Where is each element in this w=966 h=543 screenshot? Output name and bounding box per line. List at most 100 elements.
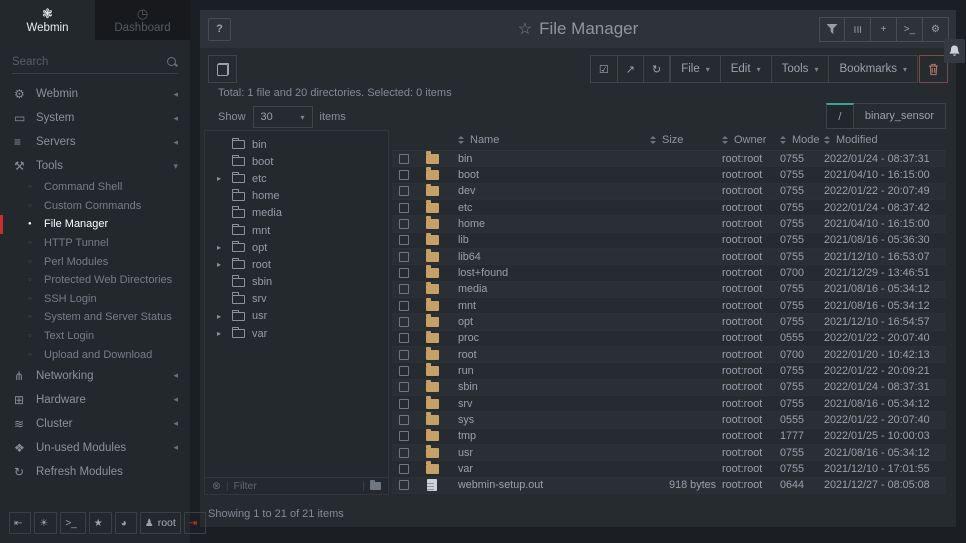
tree-filter-input[interactable] <box>234 480 358 492</box>
table-row[interactable]: lib root:root 0755 2021/08/16 - 05:36:30 <box>392 233 946 249</box>
row-checkbox[interactable] <box>399 382 409 392</box>
column-header-owner[interactable]: Owner <box>722 134 780 146</box>
table-row[interactable]: boot root:root 0755 2021/04/10 - 16:15:0… <box>392 167 946 183</box>
sidebar-item[interactable]: ○ Protected Web Directories <box>0 271 190 290</box>
table-row[interactable]: sys root:root 0555 2022/01/22 - 20:07:40 <box>392 412 946 428</box>
bottom-bar-button[interactable]: ⇥ <box>184 512 206 534</box>
sidebar-item[interactable]: ≋ Cluster ◂ <box>0 412 190 436</box>
sidebar-item[interactable]: ⊞ Hardware ◂ <box>0 388 190 412</box>
file-name[interactable]: webmin-setup.out <box>448 479 650 491</box>
table-row[interactable]: usr root:root 0755 2021/08/16 - 05:34:12 <box>392 445 946 461</box>
table-row[interactable]: lib64 root:root 0755 2021/12/10 - 16:53:… <box>392 249 946 265</box>
sidebar-item[interactable]: ▭ System ◂ <box>0 106 190 130</box>
file-name[interactable]: bin <box>448 153 650 165</box>
copy-path-button[interactable] <box>208 55 237 83</box>
breadcrumb-segment[interactable]: binary_sensor <box>854 103 946 129</box>
sidebar-item[interactable]: ❖ Un-used Modules ◂ <box>0 436 190 460</box>
table-row[interactable]: sbin root:root 0755 2022/01/24 - 08:37:3… <box>392 380 946 396</box>
row-checkbox[interactable] <box>399 170 409 180</box>
table-row[interactable]: etc root:root 0755 2022/01/24 - 08:37:42 <box>392 200 946 216</box>
table-row[interactable]: webmin-setup.out 918 bytes root:root 064… <box>392 478 946 494</box>
sidebar-tab[interactable]: ◷ Dashboard <box>95 0 190 40</box>
table-row[interactable]: dev root:root 0755 2022/01/22 - 20:07:49 <box>392 184 946 200</box>
sidebar-item[interactable]: ○ SSH Login <box>0 290 190 309</box>
column-header-mode[interactable]: Mode <box>780 134 824 146</box>
sidebar-item[interactable]: ○ Text Login <box>0 327 190 346</box>
sidebar-tab[interactable]: ❃ Webmin <box>0 0 95 40</box>
row-checkbox[interactable] <box>399 154 409 164</box>
tree-item[interactable]: ▸ usr <box>205 308 388 325</box>
row-checkbox[interactable] <box>399 333 409 343</box>
search-input[interactable] <box>12 56 166 68</box>
expand-arrow-icon[interactable]: ▸ <box>217 260 225 269</box>
file-name[interactable]: proc <box>448 332 650 344</box>
header-icon-button[interactable]: >_ >_ <box>897 17 923 42</box>
favorite-star-icon[interactable]: ☆ <box>518 21 532 38</box>
tree-item[interactable]: ▸ var <box>205 325 388 342</box>
column-header-size[interactable]: Size <box>650 134 722 146</box>
tree-item[interactable]: boot <box>205 153 388 170</box>
expand-arrow-icon[interactable]: ▸ <box>217 174 225 183</box>
table-row[interactable]: var root:root 0755 2021/12/10 - 17:01:55 <box>392 461 946 477</box>
table-row[interactable]: lost+found root:root 0700 2021/12/29 - 1… <box>392 265 946 281</box>
sidebar-item[interactable]: ⚒ Tools ▾ <box>0 154 190 178</box>
row-checkbox[interactable] <box>399 431 409 441</box>
bottom-bar-button[interactable]: ★ <box>89 512 112 534</box>
file-name[interactable]: media <box>448 283 650 295</box>
header-icon-button[interactable]: ⚙ ⚙ <box>923 17 949 42</box>
sidebar-item[interactable]: ○ Perl Modules <box>0 252 190 271</box>
breadcrumb-segment[interactable]: / <box>826 103 854 129</box>
file-name[interactable]: home <box>448 218 650 230</box>
expand-arrow-icon[interactable]: ▸ <box>217 329 225 338</box>
row-checkbox[interactable] <box>399 464 409 474</box>
sidebar-item[interactable]: ○ System and Server Status <box>0 308 190 327</box>
row-checkbox[interactable] <box>399 268 409 278</box>
table-row[interactable]: run root:root 0755 2022/01/22 - 20:09:21 <box>392 363 946 379</box>
row-checkbox[interactable] <box>399 186 409 196</box>
sidebar-item[interactable]: ↻ Refresh Modules <box>0 460 190 484</box>
bottom-bar-button[interactable]: ◕ <box>115 512 137 534</box>
column-header-name[interactable]: Name <box>448 134 650 146</box>
row-checkbox[interactable] <box>399 252 409 262</box>
file-name[interactable]: boot <box>448 169 650 181</box>
row-checkbox[interactable] <box>399 415 409 425</box>
table-row[interactable]: bin root:root 0755 2022/01/24 - 08:37:31 <box>392 151 946 167</box>
table-row[interactable]: media root:root 0755 2021/08/16 - 05:34:… <box>392 282 946 298</box>
folder-toggle-icon[interactable] <box>370 482 381 490</box>
table-row[interactable]: tmp root:root 1777 2022/01/25 - 10:00:03 <box>392 429 946 445</box>
sidebar-item[interactable]: ● File Manager <box>0 215 190 234</box>
header-icon-button[interactable]: + + <box>871 17 897 42</box>
tree-item[interactable]: ▸ etc <box>205 170 388 187</box>
tree-item[interactable]: ▸ root <box>205 256 388 273</box>
bottom-bar-button[interactable]: ☀ <box>34 512 57 534</box>
dropdown-menu-button[interactable]: Bookmarks ▾ <box>829 55 918 83</box>
sidebar-item[interactable]: ≡ Servers ◂ <box>0 130 190 154</box>
header-icon-button[interactable]: ☰ ☰ <box>845 17 871 42</box>
tree-item[interactable]: home <box>205 188 388 205</box>
dropdown-menu-button[interactable]: Tools ▾ <box>772 55 830 83</box>
tree-item[interactable]: mnt <box>205 222 388 239</box>
sidebar-item[interactable]: ○ HTTP Tunnel <box>0 234 190 253</box>
sidebar-item[interactable]: ⋔ Networking ◂ <box>0 364 190 388</box>
file-name[interactable]: dev <box>448 185 650 197</box>
page-size-select[interactable]: 30 ▾ <box>253 106 313 128</box>
table-row[interactable]: home root:root 0755 2021/04/10 - 16:15:0… <box>392 216 946 232</box>
bottom-bar-button[interactable]: ♟ root <box>140 512 181 534</box>
help-button[interactable]: ? <box>208 18 231 41</box>
row-checkbox[interactable] <box>399 350 409 360</box>
row-checkbox[interactable] <box>399 480 409 490</box>
row-checkbox[interactable] <box>399 203 409 213</box>
tree-item[interactable]: sbin <box>205 274 388 291</box>
column-header-modified[interactable]: Modified <box>824 134 946 146</box>
row-checkbox[interactable] <box>399 448 409 458</box>
table-row[interactable]: opt root:root 0755 2021/12/10 - 16:54:57 <box>392 314 946 330</box>
table-row[interactable]: mnt root:root 0755 2021/08/16 - 05:34:12 <box>392 298 946 314</box>
expand-arrow-icon[interactable]: ▸ <box>217 312 225 321</box>
clear-filter-icon[interactable]: ⊗ <box>212 480 221 492</box>
file-name[interactable]: var <box>448 463 650 475</box>
file-name[interactable]: sys <box>448 414 650 426</box>
bottom-bar-button[interactable]: ⇤ <box>9 512 31 534</box>
dropdown-menu-button[interactable]: Edit ▾ <box>721 55 772 83</box>
row-checkbox[interactable] <box>399 235 409 245</box>
header-icon-button[interactable] <box>819 17 845 42</box>
